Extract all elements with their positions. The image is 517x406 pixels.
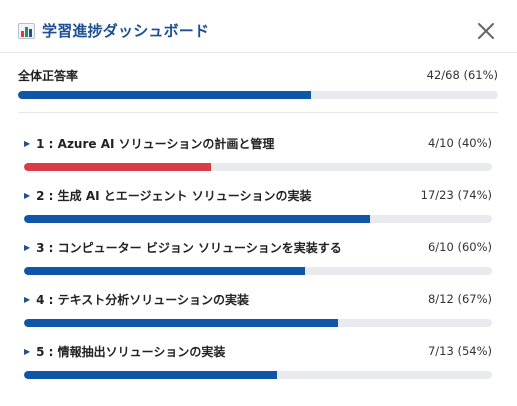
overall-progress-track (18, 91, 498, 99)
title-area: 学習進捗ダッシュボード (18, 20, 209, 41)
overall-progress: 全体正答率 42/68 (61%) (18, 66, 498, 99)
section-progress-fill (24, 215, 371, 223)
overall-label: 全体正答率 (18, 68, 79, 83)
section-stat: 17/23 (74%) (420, 188, 492, 202)
section-header: ▶ 3 : コンピューター ビジョン ソリューションを実装する 6/10 (60%) (24, 238, 492, 256)
expand-triangle-icon[interactable]: ▶ (24, 243, 30, 252)
section-title-text: 3 : コンピューター ビジョン ソリューションを実装する (36, 240, 342, 255)
section-progress-fill (24, 267, 305, 275)
section-stat: 4/10 (40%) (427, 136, 492, 150)
section-item-4[interactable]: ▶ 4 : テキスト分析ソリューションの実装 8/12 (67%) (24, 290, 492, 327)
expand-triangle-icon[interactable]: ▶ (24, 347, 30, 356)
section-item-2[interactable]: ▶ 2 : 生成 AI とエージェント ソリューションの実装 17/23 (74%) (24, 186, 492, 223)
expand-triangle-icon[interactable]: ▶ (24, 139, 30, 148)
section-title: ▶ 2 : 生成 AI とエージェント ソリューションの実装 (24, 187, 311, 204)
close-icon[interactable] (477, 22, 495, 40)
section-title-text: 4 : テキスト分析ソリューションの実装 (36, 292, 250, 307)
section-progress-track (24, 319, 492, 327)
section-stat: 8/12 (67%) (427, 292, 492, 306)
section-item-1[interactable]: ▶ 1 : Azure AI ソリューションの計画と管理 4/10 (40%) (24, 134, 492, 171)
section-title-text: 2 : 生成 AI とエージェント ソリューションの実装 (36, 188, 312, 203)
section-item-5[interactable]: ▶ 5 : 情報抽出ソリューションの実装 7/13 (54%) (24, 342, 492, 379)
section-header: ▶ 4 : テキスト分析ソリューションの実装 8/12 (67%) (24, 290, 492, 308)
section-progress-fill (24, 163, 212, 171)
overall-progress-fill (18, 91, 311, 99)
page-title: 学習進捗ダッシュボード (42, 22, 210, 40)
section-progress-track (24, 215, 492, 223)
expand-triangle-icon[interactable]: ▶ (24, 295, 30, 304)
section-title-text: 1 : Azure AI ソリューションの計画と管理 (36, 136, 275, 151)
section-progress-track (24, 371, 492, 379)
section-progress-track (24, 267, 492, 275)
section-title: ▶ 4 : テキスト分析ソリューションの実装 (24, 291, 249, 308)
section-progress-fill (24, 371, 277, 379)
expand-triangle-icon[interactable]: ▶ (24, 191, 30, 200)
bar-chart-icon (18, 22, 35, 39)
section-progress-track (24, 163, 492, 171)
section-title: ▶ 1 : Azure AI ソリューションの計画と管理 (24, 135, 274, 152)
dashboard-header: 学習進捗ダッシュボード (0, 0, 517, 53)
section-item-3[interactable]: ▶ 3 : コンピューター ビジョン ソリューションを実装する 6/10 (60%) (24, 238, 492, 275)
section-progress-fill (24, 319, 338, 327)
section-title-text: 5 : 情報抽出ソリューションの実装 (36, 344, 226, 359)
section-title: ▶ 5 : 情報抽出ソリューションの実装 (24, 343, 225, 360)
section-stat: 7/13 (54%) (427, 344, 492, 358)
section-title: ▶ 3 : コンピューター ビジョン ソリューションを実装する (24, 239, 342, 256)
overall-stat: 42/68 (61%) (426, 68, 498, 82)
section-stat: 6/10 (60%) (427, 240, 492, 254)
divider (18, 112, 498, 113)
section-header: ▶ 5 : 情報抽出ソリューションの実装 7/13 (54%) (24, 342, 492, 360)
section-header: ▶ 1 : Azure AI ソリューションの計画と管理 4/10 (40%) (24, 134, 492, 152)
section-header: ▶ 2 : 生成 AI とエージェント ソリューションの実装 17/23 (74%) (24, 186, 492, 204)
